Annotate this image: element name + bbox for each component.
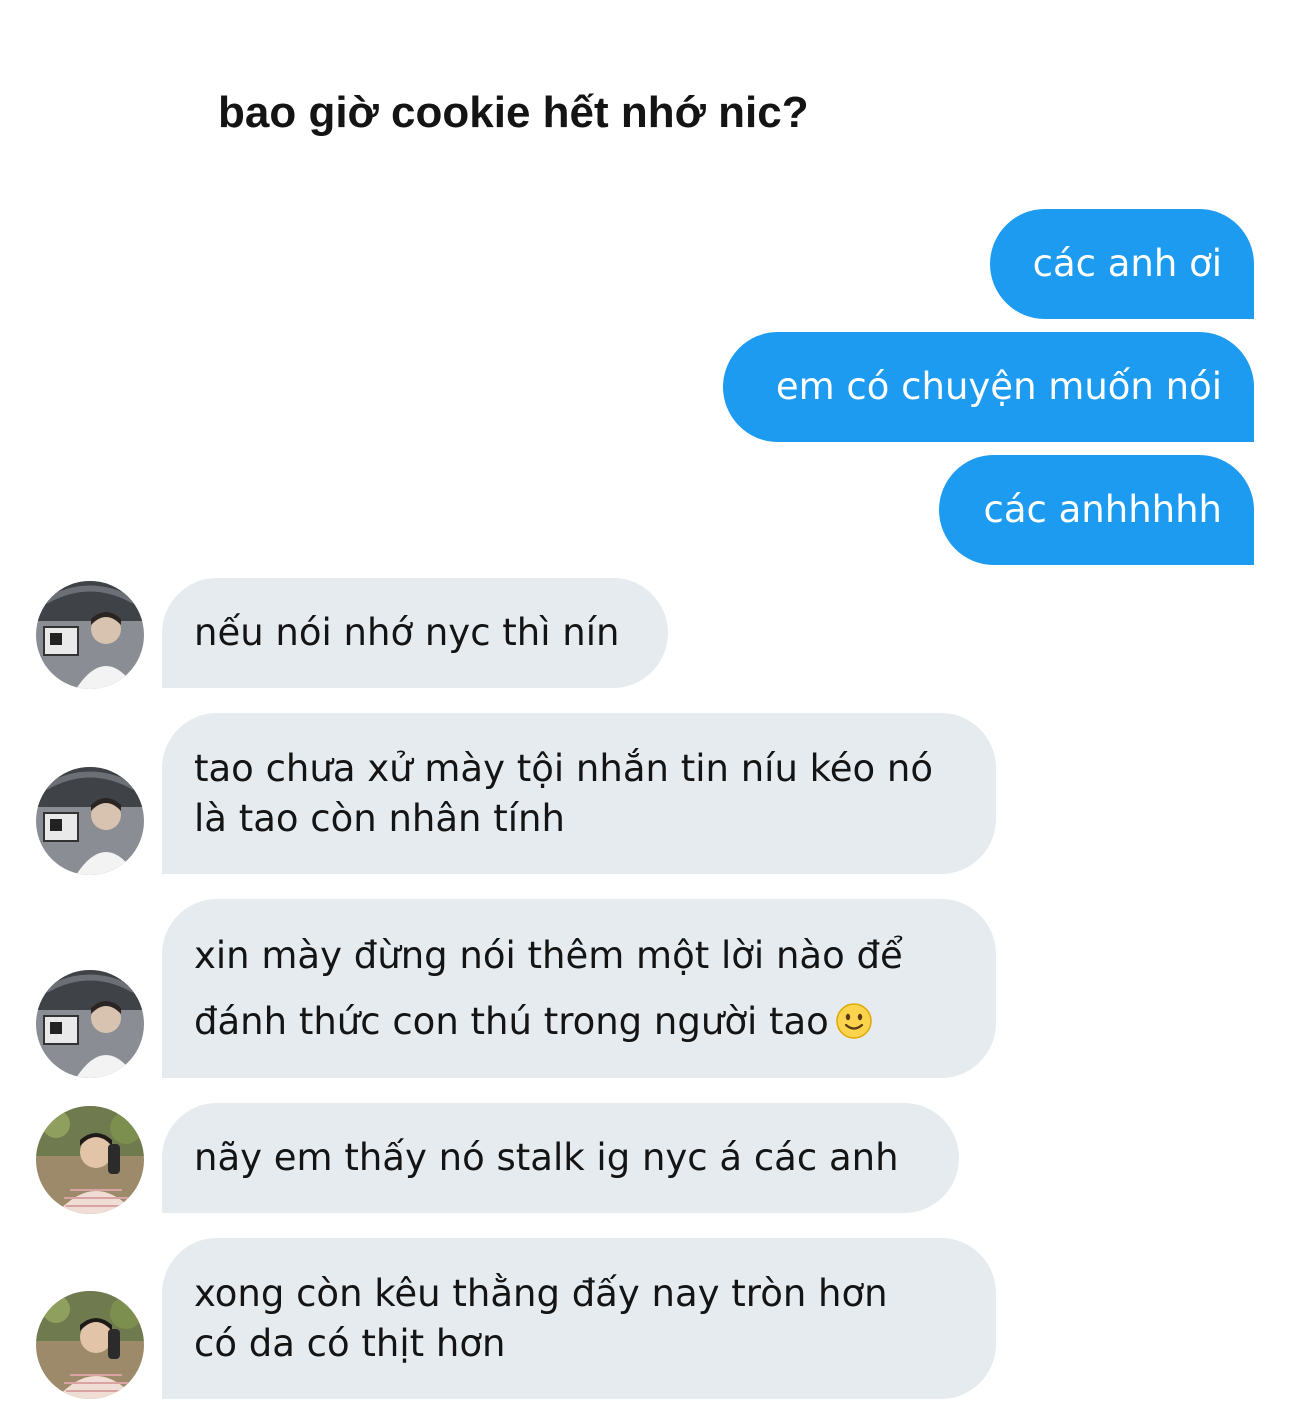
avatar[interactable]	[36, 767, 144, 875]
received-message[interactable]: nãy em thấy nó stalk ig nyc á các anh	[162, 1103, 959, 1213]
received-message-text: đánh thức con thú trong người tao	[194, 999, 829, 1043]
received-message-text: có da có thịt hơn	[194, 1321, 506, 1365]
avatar[interactable]	[36, 581, 144, 689]
avatar[interactable]	[36, 1291, 144, 1399]
received-message-text: tao chưa xử mày tội nhắn tin níu kéo nó	[194, 746, 934, 790]
received-message-text: nãy em thấy nó stalk ig nyc á các anh	[194, 1136, 899, 1179]
sent-message[interactable]: các anh ơi	[990, 209, 1254, 319]
avatar-photo-2	[36, 1106, 144, 1214]
received-message-line: đánh thức con thú trong người tao	[194, 989, 964, 1055]
received-message[interactable]: tao chưa xử mày tội nhắn tin níu kéo nó …	[162, 713, 996, 874]
conversation-title: bao giờ cookie hết nhớ nic?	[218, 88, 809, 137]
sent-message[interactable]: em có chuyện muốn nói	[723, 332, 1254, 442]
received-message-text: xin mày đừng nói thêm một lời nào để	[194, 933, 903, 977]
sent-message-text: các anh ơi	[1032, 242, 1222, 285]
received-message[interactable]: xin mày đừng nói thêm một lời nào để đán…	[162, 899, 996, 1078]
avatar-photo-1	[36, 970, 144, 1078]
avatar-photo-1	[36, 767, 144, 875]
avatar[interactable]	[36, 970, 144, 1078]
avatar-photo-1	[36, 581, 144, 689]
received-message[interactable]: nếu nói nhớ nyc thì nín	[162, 578, 668, 688]
slightly-smiling-face-icon	[836, 1002, 872, 1039]
sent-message-text: các anhhhhh	[983, 488, 1223, 531]
avatar-photo-2	[36, 1291, 144, 1399]
received-message-text: xong còn kêu thằng đấy nay tròn hơn	[194, 1271, 888, 1315]
sent-message[interactable]: các anhhhhh	[939, 455, 1254, 565]
received-message-text: là tao còn nhân tính	[194, 796, 565, 840]
avatar[interactable]	[36, 1106, 144, 1214]
received-message-text: nếu nói nhớ nyc thì nín	[194, 611, 620, 654]
received-message[interactable]: xong còn kêu thằng đấy nay tròn hơn có d…	[162, 1238, 996, 1399]
sent-message-text: em có chuyện muốn nói	[775, 365, 1222, 408]
